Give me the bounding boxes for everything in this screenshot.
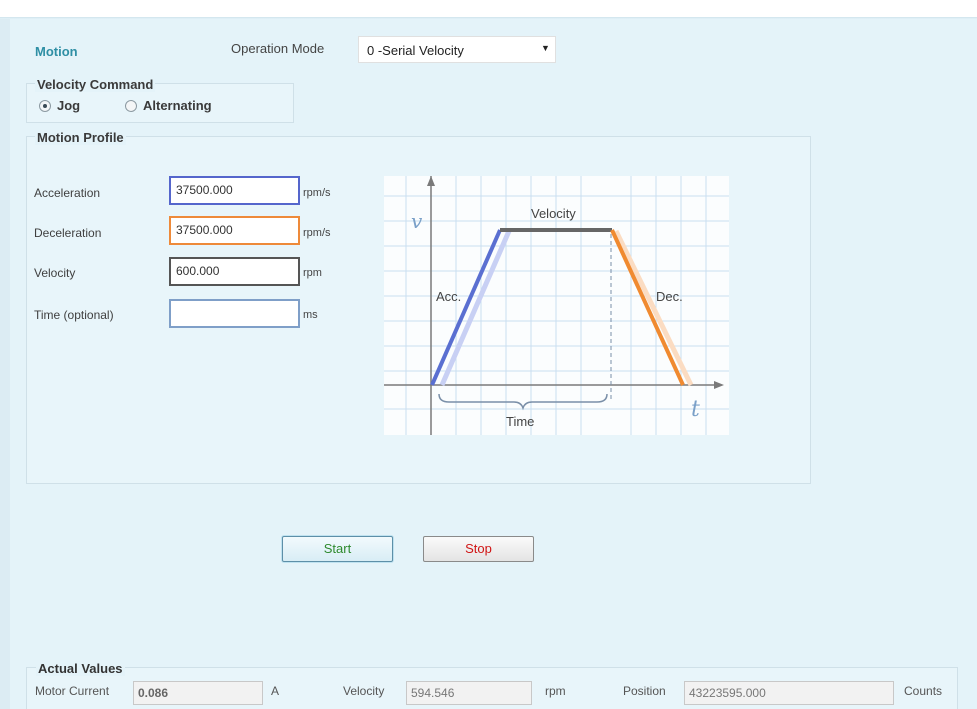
- acc-line: [430, 229, 502, 386]
- velocity-profile-svg: v t Velocity Acc. Dec. Time: [384, 176, 729, 435]
- alternating-radio-label[interactable]: Alternating: [143, 98, 212, 113]
- deceleration-unit: rpm/s: [303, 227, 331, 239]
- v-axis-label: v: [411, 209, 423, 233]
- top-bar: [0, 0, 977, 17]
- velocity-value: 600.000: [176, 264, 220, 278]
- motor-current-field: 0.086: [133, 681, 263, 705]
- jog-radio-label[interactable]: Jog: [57, 98, 80, 113]
- acc-shadow: [439, 230, 512, 386]
- velocity-profile-diagram: v t Velocity Acc. Dec. Time: [384, 176, 729, 435]
- velocity-label: Velocity: [34, 266, 76, 280]
- position-unit: Counts: [904, 684, 943, 698]
- alternating-radio[interactable]: [125, 100, 137, 112]
- acc-diagram-label: Acc.: [436, 289, 461, 304]
- t-axis-label: t: [691, 397, 700, 422]
- operation-mode-label: Operation Mode: [231, 41, 325, 56]
- stop-button[interactable]: Stop: [423, 536, 534, 562]
- dec-diagram-label: Dec.: [656, 289, 683, 304]
- position-label: Position: [623, 684, 666, 698]
- motor-current-value: 0.086: [138, 686, 169, 700]
- jog-radio[interactable]: [39, 100, 51, 112]
- velocity-input[interactable]: 600.000: [169, 257, 300, 286]
- deceleration-value: 37500.000: [176, 223, 233, 237]
- time-label: Time (optional): [34, 308, 114, 322]
- acceleration-input[interactable]: 37500.000: [169, 176, 300, 205]
- operation-mode-value: 0 -Serial Velocity: [367, 43, 464, 58]
- v-axis-arrow-icon: [427, 176, 435, 186]
- position-field: 43223595.000: [684, 681, 894, 705]
- actual-velocity-label: Velocity: [343, 684, 385, 698]
- time-diagram-label: Time: [506, 414, 534, 429]
- motor-current-label: Motor Current: [35, 684, 110, 698]
- top-bar-shadow: [0, 17, 977, 19]
- acceleration-value: 37500.000: [176, 183, 233, 197]
- acceleration-label: Acceleration: [34, 186, 101, 200]
- motion-profile-title: Motion Profile: [35, 130, 126, 145]
- t-axis-arrow-icon: [714, 381, 724, 389]
- velocity-diagram-label: Velocity: [531, 206, 576, 221]
- motion-title: Motion: [35, 44, 78, 59]
- velocity-command-title: Velocity Command: [35, 77, 156, 92]
- motor-current-unit: A: [271, 684, 280, 698]
- left-edge: [0, 19, 10, 709]
- deceleration-label: Deceleration: [34, 226, 102, 240]
- time-input[interactable]: [169, 299, 300, 328]
- position-value: 43223595.000: [689, 686, 766, 700]
- chevron-down-icon[interactable]: ▼: [541, 43, 550, 53]
- start-button[interactable]: Start: [282, 536, 393, 562]
- time-unit: ms: [303, 309, 318, 321]
- time-brace-icon: [438, 393, 608, 411]
- actual-values-title: Actual Values: [36, 661, 125, 676]
- actual-velocity-unit: rpm: [545, 684, 566, 698]
- actual-velocity-field: 594.546: [406, 681, 532, 705]
- dec-shadow: [613, 229, 694, 387]
- actual-velocity-value: 594.546: [411, 686, 455, 700]
- operation-mode-select[interactable]: 0 -Serial Velocity ▼: [358, 36, 556, 63]
- dec-line: [610, 229, 685, 386]
- deceleration-input[interactable]: 37500.000: [169, 216, 300, 245]
- velocity-unit: rpm: [303, 267, 322, 279]
- acceleration-unit: rpm/s: [303, 187, 331, 199]
